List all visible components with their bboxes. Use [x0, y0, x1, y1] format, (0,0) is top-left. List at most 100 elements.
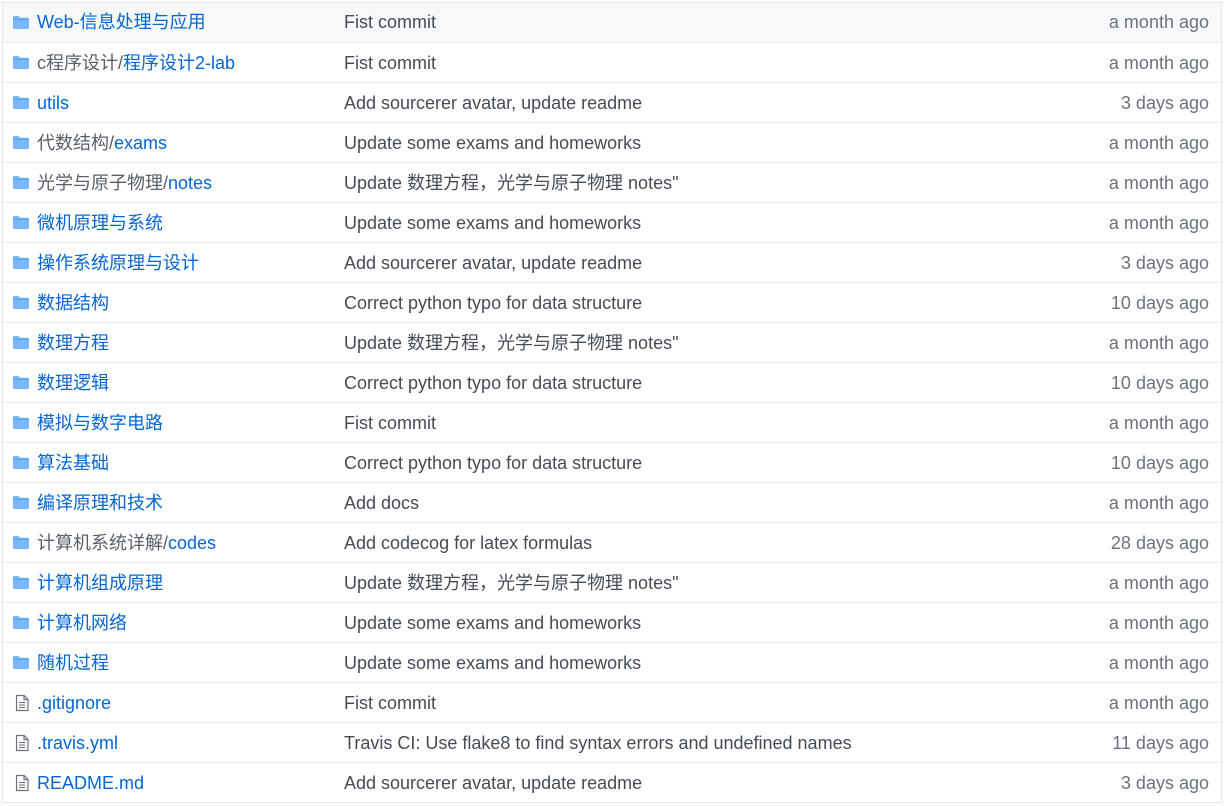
commit-message: Update 数理方程，光学与原子物理 notes": [344, 163, 678, 203]
file-name-link[interactable]: notes: [168, 173, 212, 193]
folder-icon: [12, 454, 32, 472]
file-name-link[interactable]: 编译原理和技术: [37, 493, 163, 513]
file-name-link[interactable]: utils: [37, 93, 69, 113]
commit-message: Add sourcerer avatar, update readme: [344, 83, 642, 123]
file-name-link[interactable]: exams: [114, 133, 167, 153]
file-row: utils Add sourcerer avatar, update readme…: [3, 82, 1221, 122]
folder-icon: [12, 414, 32, 432]
file-name: utils: [37, 83, 69, 123]
file-name-link[interactable]: 数理逻辑: [37, 373, 109, 393]
file-name: 随机过程: [37, 643, 109, 683]
file-name-link[interactable]: 模拟与数字电路: [37, 413, 163, 433]
folder-icon: [12, 534, 32, 552]
file-name: .travis.yml: [37, 723, 118, 763]
file-name: c程序设计/程序设计2-lab: [37, 43, 235, 83]
file-row: 计算机组成原理 Update 数理方程，光学与原子物理 notes" a month…: [3, 562, 1221, 602]
commit-age: 10 days ago: [1110, 373, 1209, 393]
folder-icon: [12, 334, 32, 352]
commit-age: a month ago: [1108, 493, 1209, 513]
file-name-dir-prefix[interactable]: 代数结构/: [37, 133, 114, 153]
file-name-dir-prefix[interactable]: c程序设计/: [37, 53, 123, 73]
commit-message-link[interactable]: Update 数理方程，光学与原子物理 notes": [344, 173, 678, 193]
commit-message: Correct python typo for data structure: [344, 283, 642, 323]
file-name-link[interactable]: Web-信息处理与应用: [37, 12, 206, 32]
file-name: 编译原理和技术: [37, 483, 163, 523]
commit-message-link[interactable]: Correct python typo for data structure: [344, 453, 642, 473]
file-name-link[interactable]: codes: [168, 533, 216, 553]
commit-age: a month ago: [1108, 173, 1209, 193]
commit-message: Update 数理方程，光学与原子物理 notes": [344, 563, 678, 603]
file-row: .gitignore Fist commit a month ago: [3, 682, 1221, 722]
file-name-link[interactable]: 计算机网络: [37, 613, 127, 633]
commit-age: 3 days ago: [1120, 773, 1209, 793]
commit-message-link[interactable]: Update 数理方程，光学与原子物理 notes": [344, 333, 678, 353]
commit-message: Update 数理方程，光学与原子物理 notes": [344, 323, 678, 363]
file-row: 数据结构 Correct python typo for data structu…: [3, 282, 1221, 322]
file-row: 代数结构/exams Update some exams and homework…: [3, 122, 1221, 162]
file-name: Web-信息处理与应用: [37, 3, 206, 42]
folder-icon: [12, 614, 32, 632]
commit-message: Add codecog for latex formulas: [344, 523, 592, 563]
file-name-link[interactable]: 随机过程: [37, 653, 109, 673]
commit-age: a month ago: [1108, 693, 1209, 713]
file-row: 计算机网络 Update some exams and homeworks a mo…: [3, 602, 1221, 642]
file-name-link[interactable]: README.md: [37, 773, 144, 793]
commit-message-link[interactable]: Add docs: [344, 493, 419, 513]
commit-age: a month ago: [1108, 653, 1209, 673]
file-name-dir-prefix[interactable]: 计算机系统详解/: [37, 533, 168, 553]
commit-message-link[interactable]: Add codecog for latex formulas: [344, 533, 592, 553]
commit-message-link[interactable]: Add sourcerer avatar, update readme: [344, 93, 642, 113]
commit-message-link[interactable]: Update some exams and homeworks: [344, 133, 641, 153]
commit-age: a month ago: [1108, 12, 1209, 32]
file-name-link[interactable]: 数理方程: [37, 333, 109, 353]
folder-icon: [12, 174, 32, 192]
file-row: 随机过程 Update some exams and homeworks a mon…: [3, 642, 1221, 682]
file-row: 数理逻辑 Correct python typo for data structu…: [3, 362, 1221, 402]
file-name-link[interactable]: 计算机组成原理: [37, 573, 163, 593]
file-name-link[interactable]: .gitignore: [37, 693, 111, 713]
commit-age: 10 days ago: [1110, 453, 1209, 473]
commit-message-link[interactable]: Fist commit: [344, 53, 436, 73]
file-row: .travis.yml Travis CI: Use flake8 to find…: [3, 722, 1221, 762]
commit-message: Update some exams and homeworks: [344, 603, 641, 643]
file-row: README.md Add sourcerer avatar, update re…: [3, 762, 1221, 802]
commit-message-link[interactable]: Update 数理方程，光学与原子物理 notes": [344, 573, 678, 593]
commit-message-link[interactable]: Correct python typo for data structure: [344, 373, 642, 393]
file-row: 计算机系统详解/codes Add codecog for latex formu…: [3, 522, 1221, 562]
commit-message-link[interactable]: Update some exams and homeworks: [344, 213, 641, 233]
commit-message-link[interactable]: Fist commit: [344, 413, 436, 433]
commit-message-link[interactable]: Fist commit: [344, 12, 436, 32]
file-name: 数理方程: [37, 323, 109, 363]
folder-icon: [12, 254, 32, 272]
file-name: 操作系统原理与设计: [37, 243, 199, 283]
file-name-dir-prefix[interactable]: 光学与原子物理/: [37, 173, 168, 193]
commit-age: 3 days ago: [1120, 93, 1209, 113]
folder-icon: [12, 654, 32, 672]
commit-message-link[interactable]: Update some exams and homeworks: [344, 653, 641, 673]
commit-message-link[interactable]: Travis CI: Use flake8 to find syntax err…: [344, 733, 852, 753]
commit-message-link[interactable]: Add sourcerer avatar, update readme: [344, 773, 642, 793]
file-name: 算法基础: [37, 443, 109, 483]
commit-message: Correct python typo for data structure: [344, 363, 642, 403]
commit-message-link[interactable]: Update some exams and homeworks: [344, 613, 641, 633]
file-name: .gitignore: [37, 683, 111, 723]
commit-message-link[interactable]: Fist commit: [344, 693, 436, 713]
file-name: 计算机组成原理: [37, 563, 163, 603]
file-name-link[interactable]: 程序设计2-lab: [123, 53, 235, 73]
file-row: 操作系统原理与设计 Add sourcerer avatar, update re…: [3, 242, 1221, 282]
folder-icon: [12, 54, 32, 72]
file-name-link[interactable]: .travis.yml: [37, 733, 118, 753]
folder-icon: [12, 294, 32, 312]
file-name-link[interactable]: 微机原理与系统: [37, 213, 163, 233]
commit-message-link[interactable]: Add sourcerer avatar, update readme: [344, 253, 642, 273]
file-name: 数据结构: [37, 283, 109, 323]
file-name-link[interactable]: 数据结构: [37, 293, 109, 313]
commit-age: 28 days ago: [1110, 533, 1209, 553]
folder-icon: [12, 214, 32, 232]
folder-icon: [12, 574, 32, 592]
file-name-link[interactable]: 操作系统原理与设计: [37, 253, 199, 273]
commit-message-link[interactable]: Correct python typo for data structure: [344, 293, 642, 313]
commit-age: a month ago: [1108, 413, 1209, 433]
commit-message: Correct python typo for data structure: [344, 443, 642, 483]
file-name-link[interactable]: 算法基础: [37, 453, 109, 473]
